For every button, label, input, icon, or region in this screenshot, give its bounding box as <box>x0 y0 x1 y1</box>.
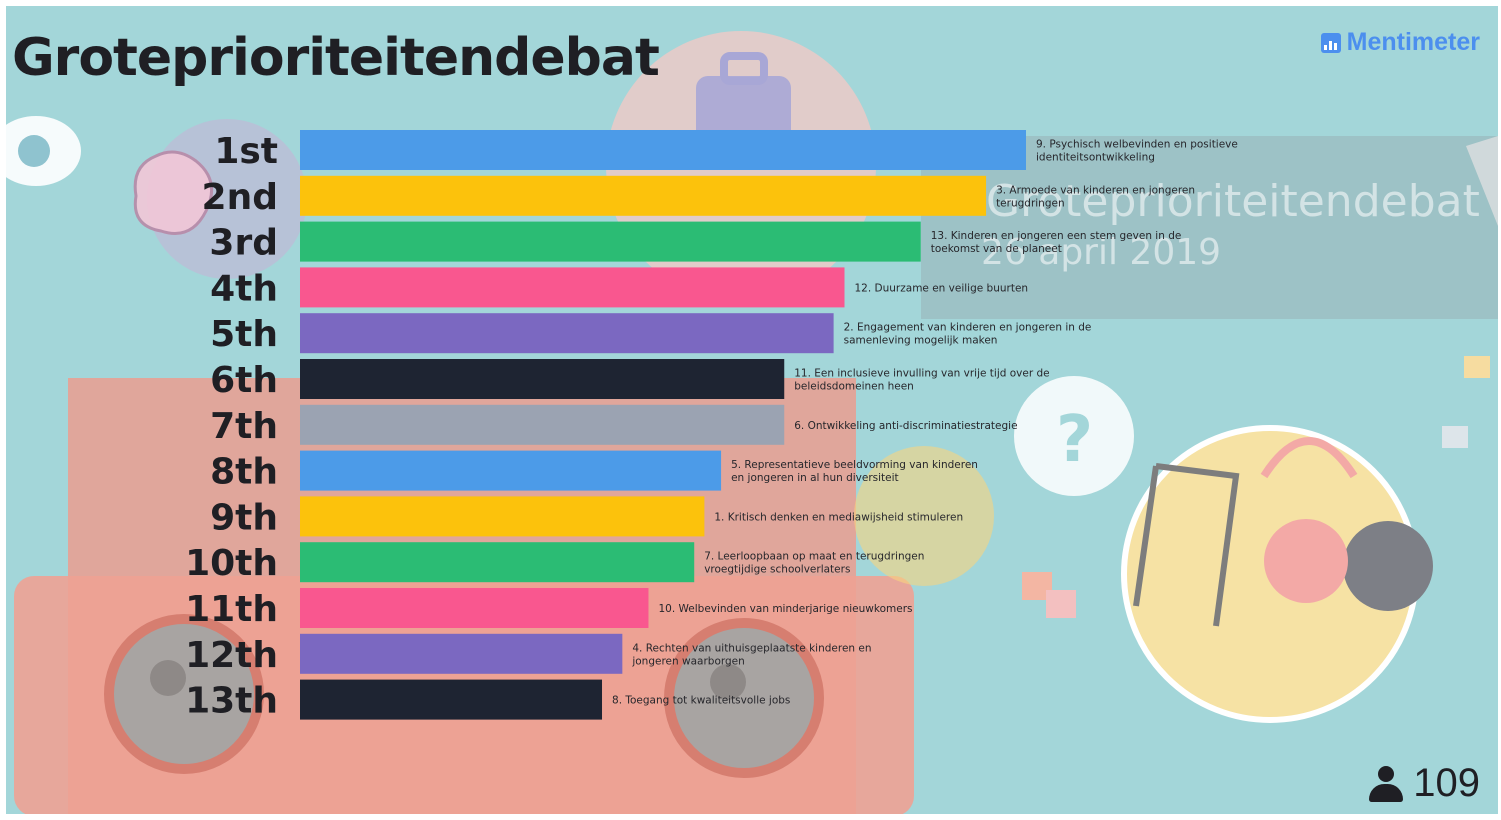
user-icon <box>1369 765 1404 802</box>
rank-label: 5th <box>210 314 278 355</box>
bar-label: 3. Armoede van kinderen en jongeren <box>996 184 1195 196</box>
rank-label: 4th <box>210 268 278 309</box>
bar <box>300 404 785 445</box>
rank-label: 2nd <box>202 177 278 218</box>
rank-label: 12th <box>185 635 278 676</box>
bar <box>300 359 785 399</box>
bar <box>300 221 921 262</box>
bar-label: beleidsdomeinen heen <box>794 381 914 393</box>
rank-label: 13th <box>185 681 278 722</box>
ranking-chart: 1st 9. Psychisch welbevinden en positieve… <box>185 130 1238 722</box>
bar <box>300 496 705 537</box>
bar-label: 10. Welbevinden van minderjarige nieuwko… <box>658 603 912 615</box>
bar-label: 9. Psychisch welbevinden en positieve <box>1036 139 1238 151</box>
bar-label: jongeren waarborgen <box>631 655 744 667</box>
slide: ? Groteprioriteitendebat 26 april 2019 G… <box>6 6 1498 814</box>
bar <box>300 313 834 354</box>
bar-label: 13. Kinderen en jongeren een stem geven … <box>931 230 1182 242</box>
bar-label: 6. Ontwikkeling anti-discriminatiestrate… <box>794 420 1017 432</box>
bar-label: 12. Duurzame en veilige buurten <box>855 282 1029 294</box>
bar-label: samenleving mogelijk maken <box>844 335 998 347</box>
bar <box>300 267 845 308</box>
bar-label: 8. Toegang tot kwaliteitsvolle jobs <box>612 695 790 707</box>
bar <box>300 175 987 216</box>
bar-label: 2. Engagement van kinderen en jongeren i… <box>844 322 1092 334</box>
bar-label: 11. Een inclusieve invulling van vrije t… <box>794 368 1049 380</box>
bar <box>300 450 722 491</box>
participant-count-value: 109 <box>1413 761 1480 805</box>
bar-label: toekomst van de planeet <box>931 243 1062 255</box>
bar <box>300 633 623 674</box>
rank-label: 9th <box>210 497 278 538</box>
bar-label: vroegtijdige schoolverlaters <box>704 564 850 576</box>
bar-label: 5. Representatieve beeldvorming van kind… <box>731 459 978 471</box>
bar-label: en jongeren in al hun diversiteit <box>731 472 899 484</box>
rank-label: 6th <box>210 360 278 401</box>
bar <box>300 679 603 720</box>
bar-label: terugdringen <box>996 197 1065 209</box>
bar-label: identiteitsontwikkeling <box>1036 152 1155 164</box>
participant-count: 109 <box>1369 761 1480 806</box>
rank-label: 8th <box>210 452 278 493</box>
rank-label: 11th <box>185 589 278 630</box>
bar-label: 4. Rechten van uithuisgeplaatste kindere… <box>632 642 871 654</box>
rank-label: 7th <box>210 406 278 447</box>
bar-label: 7. Leerloopbaan op maat en terugdringen <box>704 551 924 563</box>
rank-label: 1st <box>214 131 278 172</box>
rank-label: 3rd <box>209 223 278 264</box>
bar-label: 1. Kritisch denken en mediawijsheid stim… <box>714 511 963 523</box>
bar <box>300 588 649 628</box>
rank-label: 10th <box>185 543 278 584</box>
bar <box>300 130 1026 170</box>
bar <box>300 542 695 583</box>
